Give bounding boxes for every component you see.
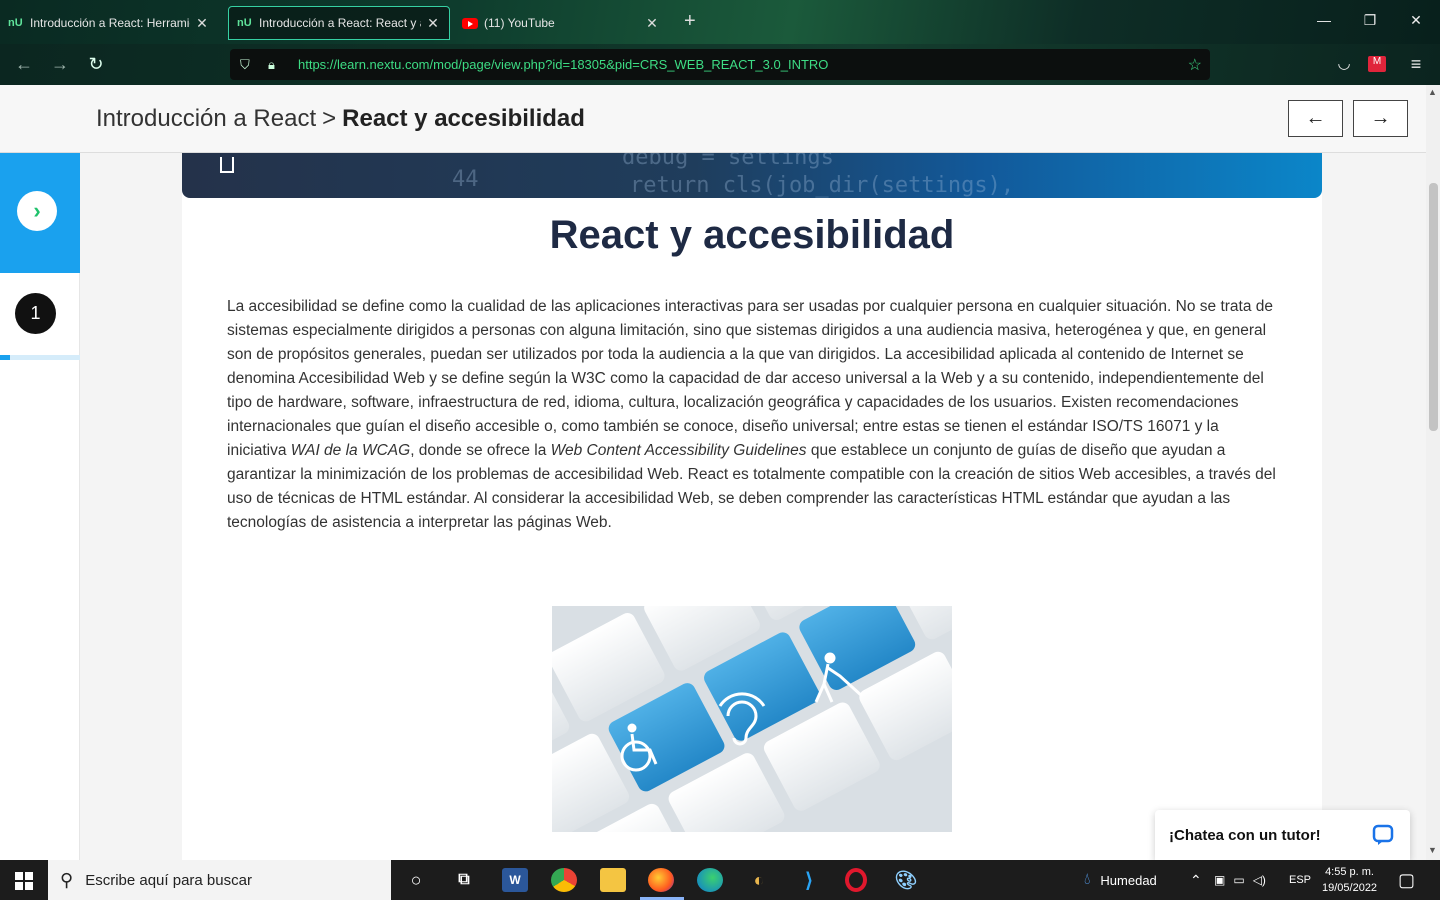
clock[interactable]: 4:55 p. m. 19/05/2022 [1322,860,1377,900]
clock-time: 4:55 p. m. [1325,866,1374,878]
bookmark-star-icon[interactable]: ☆ [1188,55,1202,75]
lesson-sidebar: › 1 [0,153,80,860]
nav-bar: ← → ↻ ⛉ 🔒︎ https://learn.nextu.com/mod/p… [0,44,1440,85]
nextu-icon: nU [8,17,23,29]
restore-icon[interactable]: ❐ [1358,12,1382,29]
vscode-icon[interactable]: ⟩ [796,868,822,892]
step-number[interactable]: 1 [15,293,56,334]
paint-icon[interactable]: 🎨︎ [893,868,919,892]
breadcrumb-current: React y accesibilidad [342,105,585,132]
close-window-icon[interactable]: ✕ [1404,12,1428,29]
forward-icon[interactable]: → [48,54,72,75]
url-bar[interactable]: ⛉ 🔒︎ https://learn.nextu.com/mod/page/vi… [230,49,1210,80]
tab-bar: nU Introducción a React: Herramie ✕ nU I… [0,0,1440,44]
chat-label[interactable]: ¡Chatea con un tutor! [1169,827,1372,844]
humidity-icon: 💧︎ [1084,871,1091,888]
weather-label: Humedad [1100,872,1157,888]
clock-date: 19/05/2022 [1322,882,1378,894]
progress-bar-fill [0,355,10,360]
minimize-icon[interactable]: — [1312,12,1336,28]
cortana-icon[interactable]: ○ [403,868,429,892]
opera-icon[interactable] [845,868,867,892]
tab-youtube[interactable]: (11) YouTube ✕ [454,6,668,40]
edge-icon[interactable] [697,868,723,892]
tab-label: Introducción a React: Herramie [30,16,190,30]
breadcrumb-bar: Introducción a React > React y accesibilid… [0,85,1440,153]
nextu-icon: nU [237,17,252,29]
breadcrumb-separator: > [322,105,337,132]
close-tab-icon[interactable]: ✕ [194,15,210,32]
chat-widget[interactable]: ¡Chatea con un tutor! [1155,810,1410,860]
meet-icon[interactable]: ▣ [1214,873,1225,887]
shield-icon[interactable]: ⛉ [240,57,256,73]
word-icon[interactable]: W [502,868,528,892]
url-text[interactable]: https://learn.nextu.com/mod/page/view.ph… [298,57,828,72]
notifications-icon[interactable]: ▢ [1398,860,1415,900]
menu-icon[interactable]: ≡ [1404,54,1428,75]
chrome-icon[interactable] [551,868,577,892]
sidebar-toggle-panel: › [0,153,80,273]
lightbulb-icon [220,157,234,173]
tray-chevron-up-icon[interactable]: ⌃ [1190,860,1202,900]
close-tab-icon[interactable]: ✕ [425,15,441,32]
lesson-content: debug = settings 44 return cls(job_dir(s… [182,153,1322,860]
scroll-down-icon[interactable]: ▼ [1428,845,1437,855]
file-explorer-icon[interactable] [600,868,626,892]
new-tab-icon[interactable]: + [684,10,696,33]
next-page-button[interactable]: → [1353,100,1408,137]
banner-line-number: 44 [452,167,479,192]
banner-code-line: return cls(job_dir(settings), [630,173,1015,198]
breadcrumb: Introducción a React > React y accesibilid… [96,105,585,133]
app-icon[interactable]: ◐ [746,868,772,892]
tray-icons[interactable]: ▣ ▭ ◁) [1214,860,1266,900]
chat-bubble-icon[interactable] [1372,824,1394,846]
section-banner: debug = settings 44 return cls(job_dir(s… [182,153,1322,198]
language-indicator[interactable]: ESP [1289,860,1311,900]
tab-label: Introducción a React: React y ac [259,16,421,30]
reload-icon[interactable]: ↻ [84,54,108,75]
page: Introducción a React > React y accesibilid… [0,85,1440,860]
windows-start-icon[interactable] [15,872,33,890]
weather-widget[interactable]: 💧︎ Humedad [1084,860,1157,900]
progress-bar [0,355,80,360]
task-view-icon[interactable]: ⧉ [451,868,477,892]
breadcrumb-parent[interactable]: Introducción a React [96,105,316,132]
close-tab-icon[interactable]: ✕ [644,15,660,32]
lock-icon[interactable]: 🔒︎ [268,57,284,73]
youtube-icon [462,17,478,29]
search-input[interactable]: Escribe aquí para buscar [85,872,252,889]
page-scrollbar[interactable]: ▲ ▼ [1426,85,1440,860]
firefox-icon[interactable] [648,868,674,892]
banner-code-line: debug = settings [622,153,834,170]
tab-intro-react-herramientas[interactable]: nU Introducción a React: Herramie ✕ [0,6,218,40]
taskbar-search[interactable]: ⚲ Escribe aquí para buscar [48,860,391,900]
scroll-up-icon[interactable]: ▲ [1428,87,1437,97]
scrollbar-thumb[interactable] [1429,183,1438,431]
search-icon: ⚲ [60,869,74,890]
page-title: React y accesibilidad [549,213,955,257]
article-paragraph: La accesibilidad se define como la cuali… [227,298,1276,531]
volume-icon[interactable]: ◁) [1253,873,1266,887]
pocket-icon[interactable]: ◡ [1332,54,1356,72]
network-icon[interactable]: ▭ [1233,873,1244,887]
tab-label: (11) YouTube [484,16,555,30]
extension-icon[interactable]: M [1368,56,1386,72]
back-icon[interactable]: ← [12,54,36,75]
chevron-right-icon[interactable]: › [17,191,57,231]
windows-taskbar: ⚲ Escribe aquí para buscar ○ ⧉ W ◐ ⟩ 🎨︎ … [0,860,1440,900]
prev-page-button[interactable]: ← [1288,100,1343,137]
accessibility-keyboard-image [552,606,952,832]
keyboard-illustration [552,606,952,832]
tab-intro-react-accesibilidad[interactable]: nU Introducción a React: React y ac ✕ [228,6,450,40]
